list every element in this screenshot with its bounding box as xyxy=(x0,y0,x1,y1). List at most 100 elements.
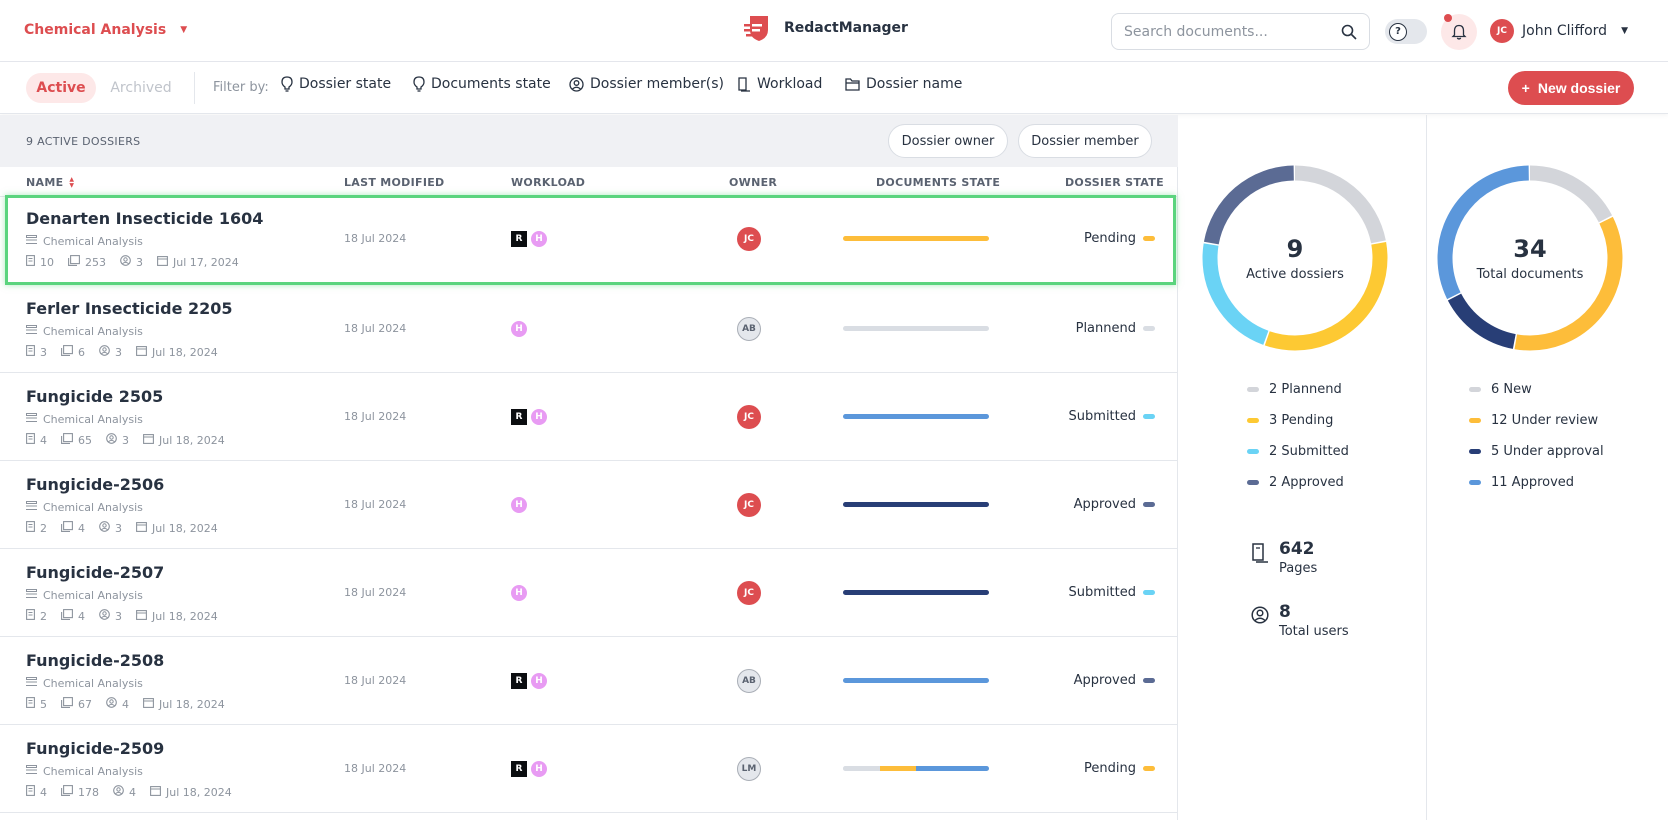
owner-avatar[interactable]: AB xyxy=(737,669,761,693)
table-row[interactable]: Denarten Insecticide 1604 Chemical Analy… xyxy=(5,195,1176,285)
sort-icon[interactable]: ▲ ▼ xyxy=(69,176,74,189)
user-menu[interactable]: JC John Clifford ▼ xyxy=(1490,19,1628,43)
user-circle-icon xyxy=(1251,606,1269,624)
owner-avatar[interactable]: JC xyxy=(737,405,761,429)
table-row[interactable]: Fungicide-2508 Chemical Analysis 5 67 4 … xyxy=(0,637,1178,725)
owner-avatar[interactable]: JC xyxy=(737,493,761,517)
legend-item[interactable]: 3 Pending xyxy=(1247,405,1349,436)
help-mode-toggle[interactable]: ? xyxy=(1385,19,1427,44)
owner-avatar[interactable]: LM xyxy=(737,757,761,781)
hint-badge: H xyxy=(511,497,527,513)
table-row[interactable]: Fungicide 2505 Chemical Analysis 4 65 3 … xyxy=(0,373,1178,461)
filter-bar: Active Archived Filter by: Dossier state… xyxy=(0,62,1668,114)
folder-icon xyxy=(845,77,860,91)
dossier-state: Approved xyxy=(1073,673,1136,688)
top-bar: Chemical Analysis ▼ RedactManager ? JC xyxy=(0,0,1668,62)
calendar-icon xyxy=(143,433,154,447)
table-row[interactable]: Fungicide-2507 Chemical Analysis 2 4 3 J… xyxy=(0,549,1178,637)
table-row[interactable]: Fungicide-2506 Chemical Analysis 2 4 3 J… xyxy=(0,461,1178,549)
search-box[interactable] xyxy=(1111,13,1370,50)
members-count: 3 xyxy=(115,609,122,623)
total-documents-label: Total documents xyxy=(1476,266,1584,282)
divider xyxy=(1426,115,1427,820)
template-icon xyxy=(26,235,37,248)
pages-icon xyxy=(61,345,73,359)
template-icon xyxy=(26,677,37,690)
dossier-table: 9 ACTIVE DOSSIERS Dossier owner Dossier … xyxy=(0,115,1178,820)
filter-workload[interactable]: Workload xyxy=(737,76,822,92)
search-input[interactable] xyxy=(1124,23,1324,40)
legend-label: 2 Submitted xyxy=(1269,444,1349,459)
dossier-state-indicator xyxy=(1143,502,1155,507)
table-row[interactable]: Fungicide-2509 Chemical Analysis 4 178 4… xyxy=(0,725,1178,813)
dossier-state: Submitted xyxy=(1068,409,1136,424)
owner-avatar[interactable]: JC xyxy=(737,581,761,605)
workspace-selector[interactable]: Chemical Analysis ▼ xyxy=(24,22,187,38)
legend-item[interactable]: 11 Approved xyxy=(1469,467,1604,498)
column-name[interactable]: NAME ▲ ▼ xyxy=(26,176,74,189)
dossier-state: Approved xyxy=(1073,497,1136,512)
owner-avatar[interactable]: AB xyxy=(737,317,761,341)
created-date: Jul 18, 2024 xyxy=(152,609,218,623)
legend-item[interactable]: 5 Under approval xyxy=(1469,436,1604,467)
dossier-name[interactable]: Fungicide-2506 xyxy=(26,475,164,494)
active-dossiers-label: Active dossiers xyxy=(1246,266,1344,282)
legend-item[interactable]: 6 New xyxy=(1469,374,1604,405)
documents-count: 2 xyxy=(40,521,47,535)
lightbulb-icon xyxy=(413,76,425,92)
pages-count: 178 xyxy=(78,785,99,799)
dossier-name[interactable]: Fungicide-2509 xyxy=(26,739,164,758)
pages-count: 253 xyxy=(85,255,106,269)
caret-down-icon: ▼ xyxy=(180,25,188,35)
filter-dossier-members[interactable]: Dossier member(s) xyxy=(569,76,724,92)
pages-icon xyxy=(61,697,73,711)
legend-swatch xyxy=(1469,480,1481,485)
dossier-member-button[interactable]: Dossier member xyxy=(1018,124,1152,158)
calendar-icon xyxy=(143,697,154,711)
calendar-icon xyxy=(150,785,161,799)
members-count: 3 xyxy=(136,255,143,269)
legend-swatch xyxy=(1247,418,1259,423)
hint-badge: H xyxy=(531,409,547,425)
legend-item[interactable]: 2 Plannend xyxy=(1247,374,1349,405)
tab-archived[interactable]: Archived xyxy=(108,73,174,103)
legend-swatch xyxy=(1469,387,1481,392)
legend-label: 12 Under review xyxy=(1491,413,1599,428)
new-dossier-button[interactable]: + New dossier xyxy=(1508,71,1634,105)
user-icon xyxy=(120,255,131,269)
hint-badge: H xyxy=(511,321,527,337)
members-count: 4 xyxy=(122,697,129,711)
brand[interactable]: RedactManager xyxy=(744,14,908,42)
documents-count: 3 xyxy=(40,345,47,359)
members-count: 3 xyxy=(115,345,122,359)
pages-metric: 642 Pages xyxy=(1251,539,1317,576)
owner-avatar[interactable]: JC xyxy=(737,227,761,251)
tab-active[interactable]: Active xyxy=(26,73,96,103)
dossier-name[interactable]: Ferler Insecticide 2205 xyxy=(26,299,233,318)
documents-state-segment xyxy=(843,414,989,419)
dossier-name[interactable]: Fungicide-2508 xyxy=(26,651,164,670)
column-last-modified[interactable]: LAST MODIFIED xyxy=(344,176,444,189)
filter-dossier-name[interactable]: Dossier name xyxy=(845,76,962,92)
last-modified: 18 Jul 2024 xyxy=(344,498,407,511)
dossier-name[interactable]: Denarten Insecticide 1604 xyxy=(26,209,263,228)
members-count: 3 xyxy=(115,521,122,535)
document-icon xyxy=(26,345,35,359)
dossier-owner-button[interactable]: Dossier owner xyxy=(888,124,1008,158)
bell-icon xyxy=(1451,24,1467,40)
dossier-name[interactable]: Fungicide 2505 xyxy=(26,387,163,406)
legend-item[interactable]: 2 Submitted xyxy=(1247,436,1349,467)
workload: H xyxy=(511,321,527,337)
table-row[interactable]: Ferler Insecticide 2205 Chemical Analysi… xyxy=(0,285,1178,373)
documents-state-segment xyxy=(843,502,989,507)
legend-item[interactable]: 2 Approved xyxy=(1247,467,1349,498)
template-icon xyxy=(26,413,37,426)
legend-item[interactable]: 12 Under review xyxy=(1469,405,1604,436)
filter-dossier-state[interactable]: Dossier state xyxy=(281,76,391,92)
dossier-name[interactable]: Fungicide-2507 xyxy=(26,563,164,582)
created-date: Jul 17, 2024 xyxy=(173,255,239,269)
filter-documents-state[interactable]: Documents state xyxy=(413,76,551,92)
search-icon[interactable] xyxy=(1341,24,1357,40)
filter-label: Dossier state xyxy=(299,76,392,92)
last-modified: 18 Jul 2024 xyxy=(344,322,407,335)
